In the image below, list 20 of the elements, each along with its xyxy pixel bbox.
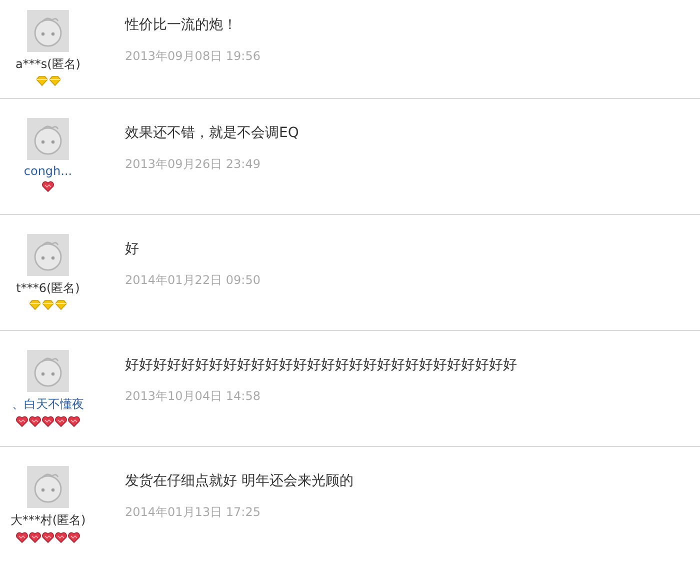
review-date: 2014年01月22日 09:50	[125, 272, 260, 289]
review-date: 2014年01月13日 17:25	[125, 504, 262, 521]
avatar-icon	[27, 466, 69, 508]
review-text: 效果还不错，就是不会调EQ	[125, 124, 299, 142]
review-date: 2013年09月08日 19:56	[125, 48, 260, 65]
review-date: 2013年09月26日 23:49	[125, 156, 262, 173]
review-text: 好	[125, 240, 140, 258]
review-text: 发货在仔细点就好 明年还会来光顾的	[125, 472, 354, 490]
user-name-link[interactable]: congh...	[24, 164, 72, 178]
review-text: 好好好好好好好好好好好好好好好好好好好好好好好好好好好好	[125, 356, 517, 374]
user-name: a***s(匿名)	[16, 56, 80, 73]
review-text: 性价比一流的炮！	[125, 16, 238, 34]
user-name: 大***村(匿名)	[10, 512, 86, 529]
avatar-icon	[27, 234, 69, 276]
avatar-icon	[27, 118, 69, 160]
user-name-link[interactable]: 、白天不懂夜	[12, 396, 84, 413]
review-date: 2013年10月04日 14:58	[125, 388, 262, 405]
avatar-icon	[27, 10, 69, 52]
user-name: t***6(匿名)	[16, 280, 80, 297]
avatar-icon	[27, 350, 69, 392]
